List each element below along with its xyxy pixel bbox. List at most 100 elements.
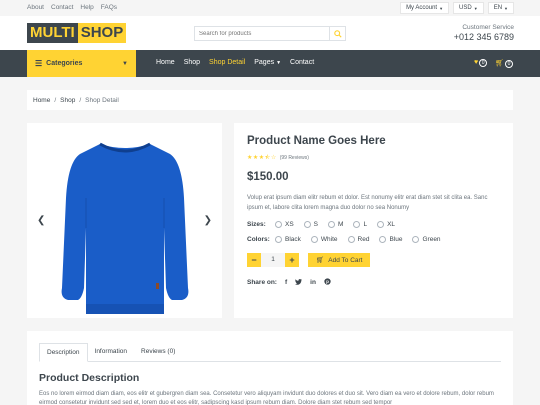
quantity-plus-button[interactable]: + <box>285 253 299 267</box>
breadcrumb-current: Shop Detail <box>85 96 119 104</box>
tab-bar: Description Information Reviews (0) <box>39 343 501 362</box>
size-option-xs[interactable]: XS <box>275 221 294 228</box>
color-label: Blue <box>389 236 403 243</box>
top-links: About Contact Help FAQs <box>27 4 117 11</box>
add-to-cart-button[interactable]: 🛒︎ Add To Cart <box>308 253 371 267</box>
product-short-description: Volup erat ipsum diam elitr rebum et dol… <box>247 195 488 211</box>
breadcrumb-home[interactable]: Home <box>33 97 50 104</box>
tab-information[interactable]: Information <box>88 343 135 361</box>
nav-item-home[interactable]: Home <box>156 59 175 66</box>
sizes-label: Sizes: <box>247 221 266 228</box>
site-header: MULTI SHOP Customer Service +012 345 678… <box>0 16 540 50</box>
radio-button[interactable] <box>377 221 385 228</box>
radio-button[interactable] <box>412 236 420 243</box>
currency-label: USD <box>459 5 472 11</box>
customer-service-title: Customer Service <box>462 24 514 31</box>
search-bar <box>194 26 346 41</box>
size-options: Sizes: XS S M L XL <box>247 221 500 228</box>
pinterest-icon[interactable]: p <box>324 278 331 287</box>
nav-item-contact[interactable]: Contact <box>290 59 314 66</box>
caret-down-icon: ▼ <box>276 60 282 66</box>
color-option-blue[interactable]: Blue <box>379 236 402 243</box>
chevron-left-icon[interactable]: ❮ <box>37 215 45 226</box>
radio-button[interactable] <box>310 236 318 243</box>
size-label: S <box>313 221 319 228</box>
svg-text:p: p <box>326 279 329 284</box>
top-link-contact[interactable]: Contact <box>51 4 73 11</box>
nav-item-shop[interactable]: Shop <box>184 59 200 66</box>
categories-label: Categories <box>46 60 83 67</box>
cart-icon: 🛒︎ <box>495 60 504 67</box>
size-label: XS <box>285 221 294 228</box>
caret-down-icon: ▼ <box>504 5 508 11</box>
search-input[interactable] <box>195 27 329 40</box>
language-dropdown[interactable]: EN ▼ <box>487 2 514 14</box>
logo-part-multi: MULTI <box>27 23 78 43</box>
quantity-input[interactable]: 1 <box>261 253 285 267</box>
size-label: XL <box>387 221 396 228</box>
cart-button[interactable]: 🛒︎ 0 <box>495 59 513 68</box>
menu-icon: ☰ <box>35 59 43 68</box>
breadcrumb-separator: / <box>79 96 82 104</box>
top-link-about[interactable]: About <box>27 4 44 11</box>
wishlist-button[interactable]: ♥ 0 <box>474 59 488 68</box>
size-option-l[interactable]: L <box>353 221 367 228</box>
linkedin-icon[interactable]: in <box>310 279 316 286</box>
radio-button[interactable] <box>353 221 361 228</box>
radio-button[interactable] <box>347 236 355 243</box>
color-option-green[interactable]: Green <box>412 236 441 243</box>
main-nav: ☰ Categories ▼ Home Shop Shop Detail Pag… <box>0 50 540 77</box>
chevron-right-icon[interactable]: ❯ <box>204 215 212 226</box>
size-option-s[interactable]: S <box>303 221 319 228</box>
tab-reviews[interactable]: Reviews (0) <box>134 343 182 361</box>
top-link-faqs[interactable]: FAQs <box>101 4 117 11</box>
currency-dropdown[interactable]: USD ▼ <box>453 2 484 14</box>
radio-button[interactable] <box>328 221 336 228</box>
logo-part-shop: SHOP <box>77 23 127 43</box>
search-button[interactable] <box>329 27 345 40</box>
quantity-minus-button[interactable]: − <box>247 253 261 267</box>
account-dropdown[interactable]: My Account ▼ <box>400 2 450 14</box>
radio-button[interactable] <box>379 236 387 243</box>
radio-button[interactable] <box>303 221 311 228</box>
section-text: Eos no lorem eirmod diam diam, eos elitr… <box>39 391 494 405</box>
wishlist-count: 0 <box>479 59 488 67</box>
nav-item-pages[interactable]: Pages ▼ <box>254 59 281 66</box>
breadcrumb-separator: / <box>54 96 57 104</box>
size-option-xl[interactable]: XL <box>377 221 395 228</box>
search-icon <box>333 29 342 38</box>
color-label: White <box>320 236 338 243</box>
caret-down-icon: ▼ <box>439 5 444 11</box>
categories-button[interactable]: ☰ Categories ▼ <box>27 50 136 77</box>
breadcrumb-shop[interactable]: Shop <box>60 97 75 104</box>
color-label: Red <box>357 236 370 243</box>
chevron-down-icon: ▼ <box>122 60 128 67</box>
site-logo[interactable]: MULTI SHOP <box>27 23 127 43</box>
share-row: Share on: f in p <box>247 278 500 287</box>
size-option-m[interactable]: M <box>328 221 343 228</box>
top-dropdowns: My Account ▼ USD ▼ EN ▼ <box>400 2 514 14</box>
size-label: M <box>338 221 344 228</box>
facebook-icon[interactable]: f <box>285 279 287 286</box>
tab-description[interactable]: Description <box>39 343 88 362</box>
language-label: EN <box>493 5 503 11</box>
share-label: Share on: <box>247 279 277 286</box>
size-label: L <box>363 221 368 228</box>
radio-button[interactable] <box>275 236 282 243</box>
nav-item-shop-detail[interactable]: Shop Detail <box>209 59 245 66</box>
review-count[interactable]: (99 Reviews) <box>280 155 309 161</box>
color-option-white[interactable]: White <box>310 236 338 243</box>
rating-stars: ★★★⯪☆ <box>247 155 277 161</box>
top-bar: About Contact Help FAQs My Account ▼ USD… <box>0 0 540 16</box>
plus-icon: + <box>289 255 295 265</box>
cart-count: 0 <box>505 60 513 68</box>
add-to-cart-label: Add To Cart <box>328 256 363 264</box>
color-label: Green <box>422 236 441 243</box>
top-link-help[interactable]: Help <box>80 4 93 11</box>
color-option-red[interactable]: Red <box>347 236 370 243</box>
color-option-black[interactable]: Black <box>275 236 301 243</box>
twitter-icon[interactable] <box>295 278 303 287</box>
radio-button[interactable] <box>275 221 282 228</box>
quantity-row: − 1 + 🛒︎ Add To Cart <box>247 253 500 267</box>
account-label: My Account <box>406 5 438 11</box>
